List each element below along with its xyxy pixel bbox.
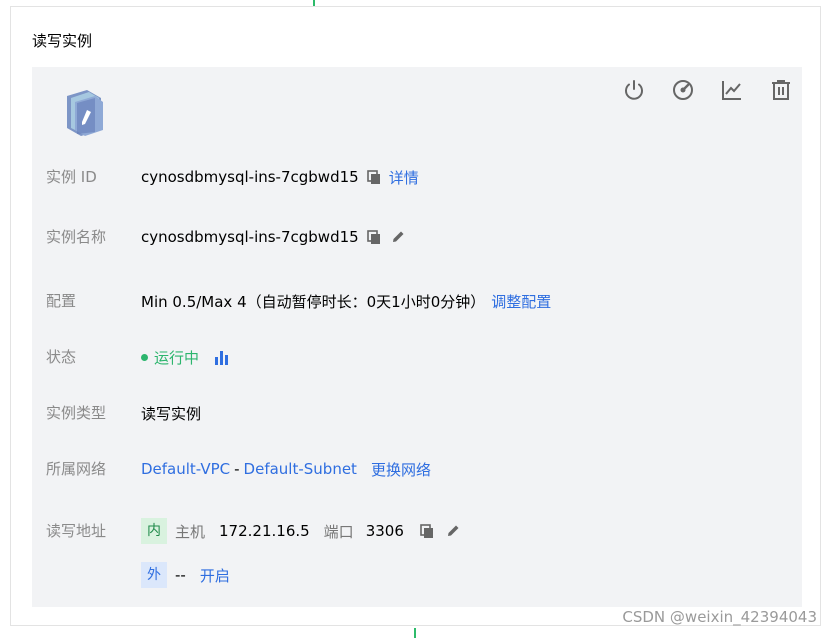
instance-id-value: cynosdbmysql-ins-7cgbwd15 [141, 168, 359, 186]
host-value: 172.21.16.5 [219, 522, 310, 540]
label-address: 读写地址 [46, 522, 107, 540]
label-instance-type: 实例类型 [46, 404, 107, 422]
trash-icon[interactable] [768, 77, 794, 103]
watermark: CSDN @weixin_42394043 [622, 608, 817, 626]
inner-network-tag: 内 [141, 518, 167, 544]
line-chart-icon[interactable] [719, 77, 745, 103]
copy-icon[interactable] [365, 228, 383, 246]
port-value: 3306 [365, 522, 404, 540]
outer-address-value: -- [175, 566, 186, 584]
row-instance-id: 实例 ID cynosdbmysql-ins-7cgbwd15 详情 [32, 165, 802, 189]
label-config: 配置 [46, 292, 77, 310]
row-status: 状态 运行中 [32, 345, 802, 369]
port-label: 端口 [323, 522, 354, 541]
status-value: 运行中 [154, 348, 200, 367]
adjust-config-link[interactable]: 调整配置 [491, 291, 551, 312]
row-instance-type: 实例类型 读写实例 [32, 401, 802, 425]
row-config: 配置 Min 0.5/Max 4（自动暂停时长：0天1小时0分钟） 调整配置 [32, 289, 802, 313]
instance-panel: 实例 ID cynosdbmysql-ins-7cgbwd15 详情 实例名称 … [32, 67, 802, 607]
outer-network-tag: 外 [141, 562, 167, 588]
vpc-link[interactable]: Default-VPC [141, 460, 230, 478]
instance-name-value: cynosdbmysql-ins-7cgbwd15 [141, 228, 359, 246]
row-network: 所属网络 Default-VPC - Default-Subnet 更换网络 [32, 457, 802, 481]
instance-type-value: 读写实例 [141, 404, 202, 423]
change-network-link[interactable]: 更换网络 [371, 459, 431, 480]
subnet-link[interactable]: Default-Subnet [244, 460, 357, 478]
database-instance-icon [61, 88, 109, 138]
host-label: 主机 [175, 522, 206, 541]
gauge-icon[interactable] [670, 77, 696, 103]
label-network: 所属网络 [46, 460, 107, 478]
power-icon[interactable] [621, 77, 647, 103]
bar-chart-icon[interactable] [213, 348, 231, 366]
enable-public-link[interactable]: 开启 [200, 565, 230, 586]
pencil-icon[interactable] [444, 522, 462, 540]
instance-actions [621, 77, 794, 103]
status-dot [141, 353, 148, 361]
copy-icon[interactable] [418, 522, 436, 540]
config-value: Min 0.5/Max 4（自动暂停时长：0天1小时0分钟） [141, 292, 486, 311]
label-status: 状态 [46, 348, 77, 366]
label-instance-name: 实例名称 [46, 228, 107, 246]
row-address-outer: 外 -- 开启 [32, 562, 802, 588]
details-link[interactable]: 详情 [389, 167, 419, 188]
row-instance-name: 实例名称 cynosdbmysql-ins-7cgbwd15 [32, 225, 802, 249]
network-separator: - [234, 460, 240, 478]
flow-connector-bottom [414, 628, 416, 638]
copy-icon[interactable] [365, 168, 383, 186]
section-title: 读写实例 [32, 32, 93, 50]
row-address: 读写地址 内 主机 172.21.16.5 端口 3306 [32, 518, 802, 544]
instance-card: 读写实例 实例 ID cynosdbmysql-ins-7cgbwd15 详情 … [10, 6, 821, 626]
label-instance-id: 实例 ID [46, 168, 97, 186]
pencil-icon[interactable] [389, 228, 407, 246]
